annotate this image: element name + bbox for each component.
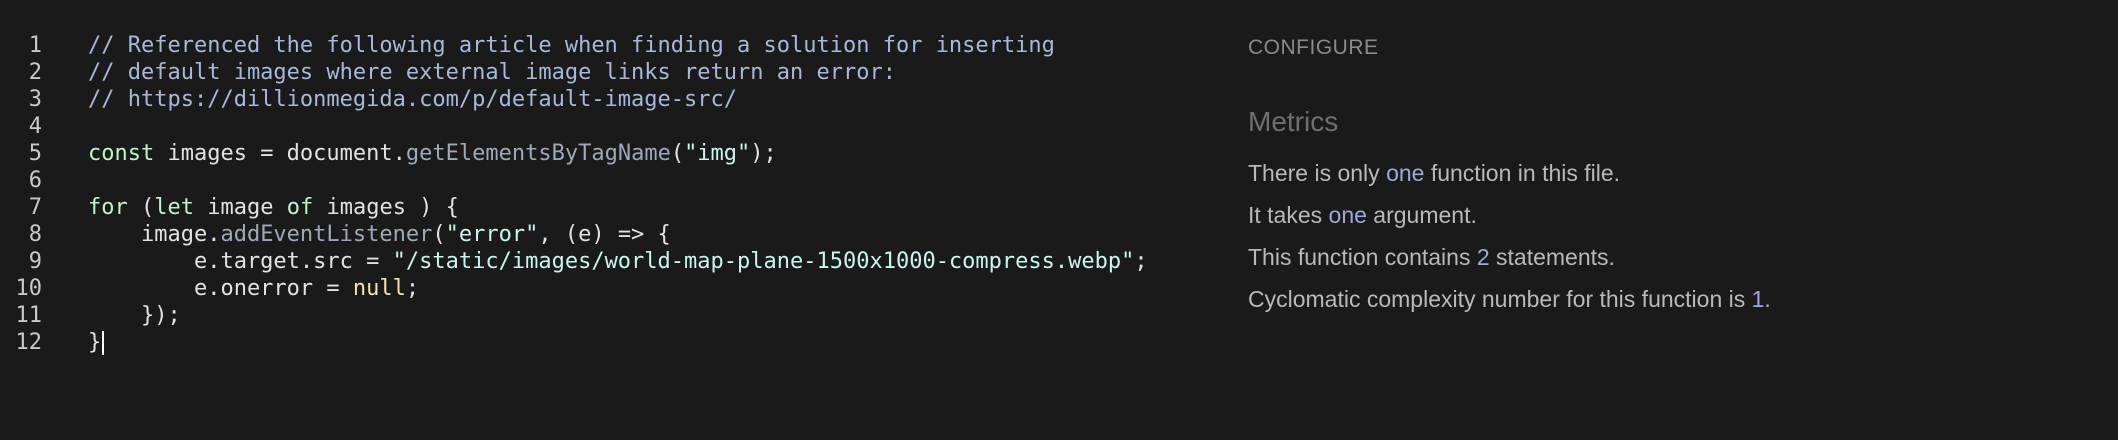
metric-argument-count: It takes one argument. [1248,202,1477,229]
code-text[interactable]: image.addEventListener("error", (e) => { [88,221,671,248]
line-number: 11 [15,303,43,328]
code-token: null [352,276,406,301]
code-line[interactable]: 6 [0,167,1220,194]
code-line[interactable]: 3 // https://dillionmegida.com/p/default-… [0,86,1220,113]
jshint-app: 1 // Referenced the following article whe… [0,0,2118,440]
code-text[interactable]: // https://dillionmegida.com/p/default-i… [88,86,737,113]
code-line[interactable]: 10 e.onerror = null; [0,275,1220,302]
code-token: images = document. [154,141,406,166]
line-number: 8 [28,222,42,247]
code-token: let [154,195,194,220]
code-token: "/static/images/world-map-plane-1500x100… [392,249,1135,274]
line-number: 5 [28,141,42,166]
code-line[interactable]: 8 image.addEventListener("error", (e) =>… [0,221,1220,248]
metric-statement-count: This function contains 2 statements. [1248,244,1615,271]
code-line[interactable]: 2 // default images where external image … [0,59,1220,86]
line-number: 2 [28,60,42,85]
line-number: 3 [28,87,42,112]
metric-function-count: There is only one function in this file. [1248,160,1620,187]
code-token: ( [670,141,685,166]
code-line[interactable]: 11 }); [0,302,1220,329]
code-text[interactable]: // Referenced the following article when… [88,32,1055,59]
code-line[interactable]: 9 e.target.src = "/static/images/world-m… [0,248,1220,275]
metric-text: argument. [1366,202,1477,228]
code-token: image [194,195,287,220]
code-line[interactable]: 12} [0,329,1220,356]
metrics-heading: Metrics [1248,106,1339,137]
code-line[interactable]: 4 [0,113,1220,140]
code-token: , (e) => { [538,222,671,247]
metric-value: 1 [1751,286,1765,312]
code-text[interactable]: e.onerror = null; [88,275,419,302]
code-token: // https://dillionmegida.com/p/default-i… [88,87,738,112]
code-token: e.onerror = [88,276,353,301]
metrics-panel: CONFIGURE Metrics There is only one func… [1248,0,2108,440]
code-token: of [286,195,314,220]
line-number: 12 [15,330,43,355]
code-token: ); [750,141,777,166]
metric-text: Cyclomatic complexity number for this fu… [1248,286,1752,312]
metric-value: one [1328,202,1367,228]
code-line[interactable]: 1 // Referenced the following article whe… [0,32,1220,59]
code-token: // Referenced the following article when… [88,33,1055,58]
code-token: addEventListener [220,222,433,247]
metric-text: function in this file. [1424,160,1621,186]
code-line[interactable]: 7 for (let image of images ) { [0,194,1220,221]
code-token: "error" [445,222,539,247]
line-number: 4 [28,114,42,139]
line-number: 1 [28,33,42,58]
code-text[interactable]: } [88,329,105,356]
code-token: for [88,195,128,220]
code-token: ; [1134,249,1148,274]
code-token: "img" [684,141,751,166]
line-number: 6 [28,168,42,193]
metric-value: one [1386,160,1425,186]
text-cursor [102,331,105,355]
line-number: 7 [28,195,42,220]
code-token: } [88,330,102,355]
code-token: }); [88,303,181,328]
code-line[interactable]: 5 const images = document.getElementsByTa… [0,140,1220,167]
code-token: images ) { [313,195,459,220]
metric-value: 2 [1476,244,1490,270]
metric-text: . [1764,286,1771,312]
code-token: e.target.src = [88,249,393,274]
line-number: 9 [28,249,42,274]
metric-cyclomatic-complexity: Cyclomatic complexity number for this fu… [1248,286,1771,313]
code-text[interactable]: }); [88,302,181,329]
code-text[interactable]: // default images where external image l… [88,59,896,86]
code-token: ; [405,276,420,301]
code-token: // default images where external image l… [88,60,896,85]
metric-text: statements. [1489,244,1615,270]
code-token: getElementsByTagName [405,141,671,166]
line-number: 10 [15,276,43,301]
metric-text: There is only [1248,160,1387,186]
code-editor[interactable]: 1 // Referenced the following article whe… [0,32,1220,412]
code-text[interactable]: e.target.src = "/static/images/world-map… [88,248,1148,275]
code-token: ( [432,222,446,247]
configure-button[interactable]: CONFIGURE [1248,36,1379,60]
code-token: image. [88,222,221,247]
code-text[interactable]: for (let image of images ) { [88,194,459,221]
code-token: const [88,141,155,166]
metric-text: It takes [1248,202,1329,228]
metric-text: This function contains [1248,244,1477,270]
code-text[interactable]: const images = document.getElementsByTag… [88,140,777,167]
code-token: ( [127,195,155,220]
